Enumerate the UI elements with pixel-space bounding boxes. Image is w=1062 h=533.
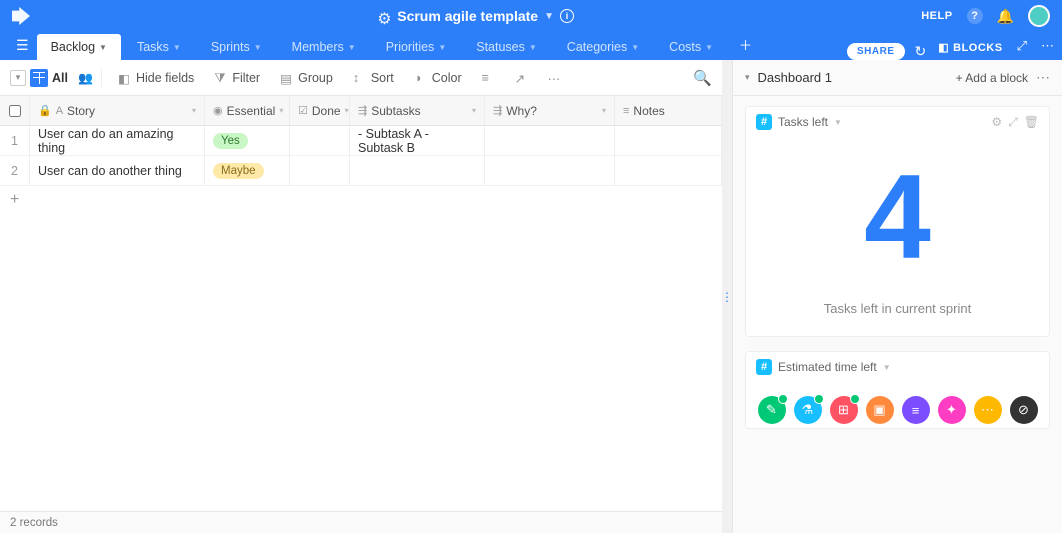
chevron-down-icon[interactable]: ▼ — [834, 118, 842, 127]
cell-why[interactable] — [485, 156, 615, 185]
dashboard-title[interactable]: Dashboard 1 — [758, 70, 832, 85]
column-why[interactable]: ⇶Why?▾ — [485, 96, 615, 125]
view-name[interactable]: All — [52, 71, 68, 85]
sort-button[interactable]: ↕Sort — [345, 67, 402, 89]
group-button[interactable]: ▤Group — [272, 67, 341, 89]
tab-tasks[interactable]: Tasks▼ — [123, 34, 195, 60]
column-notes[interactable]: ≡Notes — [615, 96, 722, 125]
menu-icon[interactable]: ☰ — [8, 37, 37, 60]
row-height-button[interactable]: ≡ — [474, 67, 503, 88]
row-number: 1 — [0, 126, 30, 155]
cell-story[interactable]: User can do an amazing thing — [30, 126, 205, 155]
more-icon[interactable]: ⋯ — [1041, 38, 1054, 60]
cell-essential[interactable]: Yes — [205, 126, 290, 155]
add-block-button[interactable]: + Add a block — [956, 71, 1028, 85]
tab-costs[interactable]: Costs▼ — [655, 34, 727, 60]
tab-statuses[interactable]: Statuses▼ — [462, 34, 551, 60]
status-dot[interactable]: ⚗ — [794, 396, 822, 424]
cell-done[interactable] — [290, 156, 350, 185]
column-essential[interactable]: ◉Essential▾ — [205, 96, 290, 125]
status-dot[interactable]: ⊞ — [830, 396, 858, 424]
select-all-checkbox[interactable] — [9, 105, 21, 117]
tab-backlog[interactable]: Backlog▼ — [37, 34, 121, 60]
block-title[interactable]: Tasks left — [778, 115, 828, 129]
row-number-header — [0, 96, 30, 125]
status-dot[interactable]: ⋯ — [974, 396, 1002, 424]
status-dot[interactable]: ✎ — [758, 396, 786, 424]
views-menu[interactable]: ▾ — [10, 70, 26, 86]
pane-splitter[interactable] — [722, 60, 732, 533]
cell-essential[interactable]: Maybe — [205, 156, 290, 185]
cell-subtasks[interactable]: - Subtask A - Subtask B — [350, 126, 485, 155]
collaborator-icon[interactable]: 👥 — [78, 71, 93, 85]
column-story[interactable]: 🔒AStory▾ — [30, 96, 205, 125]
cell-story[interactable]: User can do another thing — [30, 156, 205, 185]
share-button[interactable]: SHARE — [847, 43, 905, 60]
block-title[interactable]: Estimated time left — [778, 360, 877, 374]
tab-priorities[interactable]: Priorities▼ — [372, 34, 461, 60]
blocks-toggle[interactable]: ◧ BLOCKS — [938, 41, 1002, 60]
column-subtasks[interactable]: ⇶Subtasks▾ — [350, 96, 485, 125]
chevron-down-icon[interactable]: ▼ — [883, 363, 891, 372]
block-settings-icon[interactable]: ⚙ — [991, 115, 1002, 129]
user-avatar[interactable] — [1028, 5, 1050, 27]
chevron-down-icon[interactable]: ▼ — [544, 11, 554, 22]
table-row[interactable]: 1User can do an amazing thingYes - Subtas… — [0, 126, 722, 156]
block-tasks-left: # Tasks left ▼ ⚙ ⤢ 🗑 4 Tasks left in cur… — [745, 106, 1050, 337]
share-view-button[interactable]: ↗ — [507, 67, 536, 88]
status-dot[interactable]: ≡ — [902, 396, 930, 424]
help-link[interactable]: HELP — [921, 10, 952, 22]
more-view-button[interactable]: ⋯ — [540, 67, 569, 88]
search-icon[interactable]: 🔍 — [693, 69, 712, 87]
cell-why[interactable] — [485, 126, 615, 155]
base-title[interactable]: Scrum agile template — [397, 8, 538, 24]
app-logo[interactable] — [12, 7, 30, 25]
table-row[interactable]: 2User can do another thingMaybe — [0, 156, 722, 186]
tab-sprints[interactable]: Sprints▼ — [197, 34, 276, 60]
cell-done[interactable] — [290, 126, 350, 155]
color-button[interactable]: ◑Color — [406, 67, 470, 89]
grid-view-icon — [30, 69, 48, 87]
dashboard-more-icon[interactable]: ⋯ — [1036, 69, 1050, 86]
tab-categories[interactable]: Categories▼ — [553, 34, 653, 60]
status-dot[interactable]: ✦ — [938, 396, 966, 424]
add-tab-button[interactable]: ＋ — [729, 29, 762, 60]
record-count: 2 records — [10, 517, 58, 529]
metric-value: 4 — [756, 157, 1039, 277]
add-row-button[interactable]: + — [0, 186, 722, 214]
filter-button[interactable]: ⧩Filter — [206, 67, 268, 89]
notifications-icon[interactable]: 🔔 — [997, 8, 1014, 25]
block-estimated-time: # Estimated time left ▼ ✎ ⚗ ⊞ ▣ ≡ ✦ ⋯ ⊘ — [745, 351, 1050, 429]
cell-notes[interactable] — [615, 126, 722, 155]
cell-subtasks[interactable] — [350, 156, 485, 185]
help-icon[interactable]: ? — [967, 8, 983, 24]
expand-icon[interactable]: ⤢ — [1017, 38, 1027, 60]
metric-caption: Tasks left in current sprint — [756, 301, 1039, 316]
row-number: 2 — [0, 156, 30, 185]
block-delete-icon[interactable]: 🗑 — [1024, 115, 1039, 129]
status-dot[interactable]: ⊘ — [1010, 396, 1038, 424]
info-icon[interactable]: i — [560, 9, 574, 23]
gear-icon: ⚙ — [377, 9, 391, 23]
column-done[interactable]: ☑Done▾ — [290, 96, 350, 125]
status-dot[interactable]: ▣ — [866, 396, 894, 424]
hide-fields-button[interactable]: ◧Hide fields — [110, 67, 202, 89]
block-expand-icon[interactable]: ⤢ — [1008, 115, 1018, 130]
history-icon[interactable]: ↻ — [915, 43, 927, 60]
tab-members[interactable]: Members▼ — [278, 34, 370, 60]
number-block-icon: # — [756, 114, 772, 130]
collapse-dashboard-icon[interactable]: ▾ — [745, 72, 750, 83]
cell-notes[interactable] — [615, 156, 722, 185]
number-block-icon: # — [756, 359, 772, 375]
